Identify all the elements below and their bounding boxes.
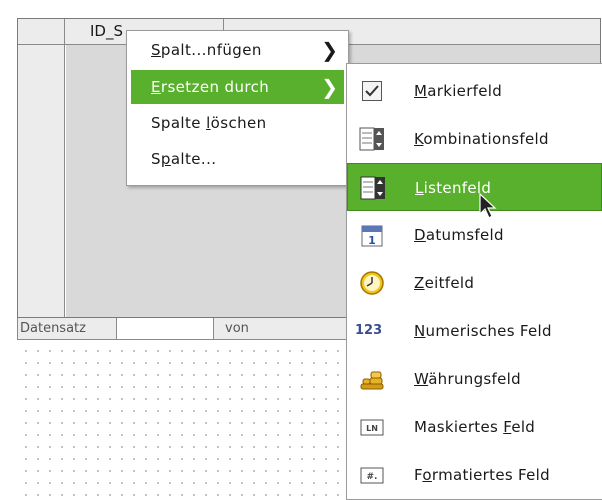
submenu-arrow-icon: ❯ [321, 75, 338, 99]
calendar-icon: 1 [359, 222, 385, 248]
submenu-arrow-icon: ❯ [321, 38, 338, 62]
combobox-icon [359, 126, 385, 152]
submenu-item-formatted-field[interactable]: #. Formatiertes Feld [347, 451, 602, 499]
submenu-item-masked-field[interactable]: LN Maskiertes Feld [347, 403, 602, 451]
submenu-text: ombinationsfeld [423, 130, 549, 148]
menu-item-text: öschen [210, 114, 267, 132]
record-number-field[interactable] [116, 318, 214, 339]
svg-text:1: 1 [368, 234, 376, 247]
replace-with-submenu: Markierfeld Kombinationsfeld Listenfeld [346, 63, 602, 500]
submenu-item-date-field[interactable]: 1 Datumsfeld [347, 211, 602, 259]
numeric-icon-text: 123 [355, 323, 383, 338]
submenu-item-numeric-field[interactable]: 123 Numerisches Feld [347, 307, 602, 355]
submenu-text: atumsfeld [425, 226, 504, 244]
submenu-mnemonic: K [414, 130, 424, 148]
listbox-icon [360, 175, 386, 201]
clock-icon [359, 270, 385, 296]
submenu-mnemonic: W [414, 370, 429, 388]
coins-icon [359, 366, 385, 392]
submenu-mnemonic: L [415, 179, 424, 197]
submenu-text: arkierfeld [427, 82, 503, 100]
submenu-text: umerisches Feld [425, 322, 552, 340]
formatted-icon-text: #. [367, 472, 378, 482]
submenu-text: eld [511, 418, 536, 436]
menu-item-mnemonic: p [160, 150, 171, 168]
submenu-item-listbox[interactable]: Listenfeld [347, 163, 602, 211]
menu-item-column-properties[interactable]: Spalte... [131, 142, 344, 176]
menu-item-replace-with[interactable]: Ersetzen durch ❯ [131, 70, 344, 104]
menu-item-text: rsetzen durch [160, 78, 270, 96]
menu-item-mnemonic: S [151, 41, 161, 59]
menu-item-insert-column[interactable]: Spalt...nfügen ❯ [131, 33, 344, 67]
submenu-item-combobox[interactable]: Kombinationsfeld [347, 115, 602, 163]
submenu-mnemonic: N [414, 322, 426, 340]
record-label: Datensatz [20, 321, 86, 336]
submenu-item-checkbox[interactable]: Markierfeld [347, 67, 602, 115]
submenu-item-currency-field[interactable]: Währungsfeld [347, 355, 602, 403]
submenu-mnemonic: Z [414, 274, 425, 292]
submenu-text: rmatiertes Feld [431, 466, 550, 484]
menu-item-text: palt...nfügen [160, 41, 262, 59]
mouse-pointer-icon [478, 192, 502, 226]
submenu-item-time-field[interactable]: Zeitfeld [347, 259, 602, 307]
menu-item-text-pre: S [151, 150, 161, 168]
checkbox-icon [362, 81, 382, 101]
masked-field-icon: LN [359, 414, 385, 440]
menu-item-text: alte... [170, 150, 217, 168]
submenu-mnemonic: o [422, 466, 432, 484]
menu-item-text-pre: Spalte [151, 114, 207, 132]
numeric-icon: 123 [355, 318, 383, 344]
formatted-field-icon: #. [359, 462, 385, 488]
submenu-text-pre: Maskiertes [414, 418, 504, 436]
submenu-text: eitfeld [424, 274, 475, 292]
masked-icon-text: LN [366, 424, 378, 433]
row-selector-column[interactable] [18, 45, 65, 317]
submenu-text: ährungsfeld [428, 370, 521, 388]
submenu-mnemonic: D [414, 226, 426, 244]
column-context-menu: Spalt...nfügen ❯ Ersetzen durch ❯ Spalte… [126, 30, 349, 186]
submenu-mnemonic: M [414, 82, 428, 100]
record-of-label: von [225, 321, 249, 336]
menu-item-delete-column[interactable]: Spalte löschen [131, 106, 344, 140]
menu-item-mnemonic: E [151, 78, 161, 96]
grid-corner-cell[interactable] [18, 19, 65, 44]
column-header-id[interactable]: ID_S [66, 19, 123, 44]
